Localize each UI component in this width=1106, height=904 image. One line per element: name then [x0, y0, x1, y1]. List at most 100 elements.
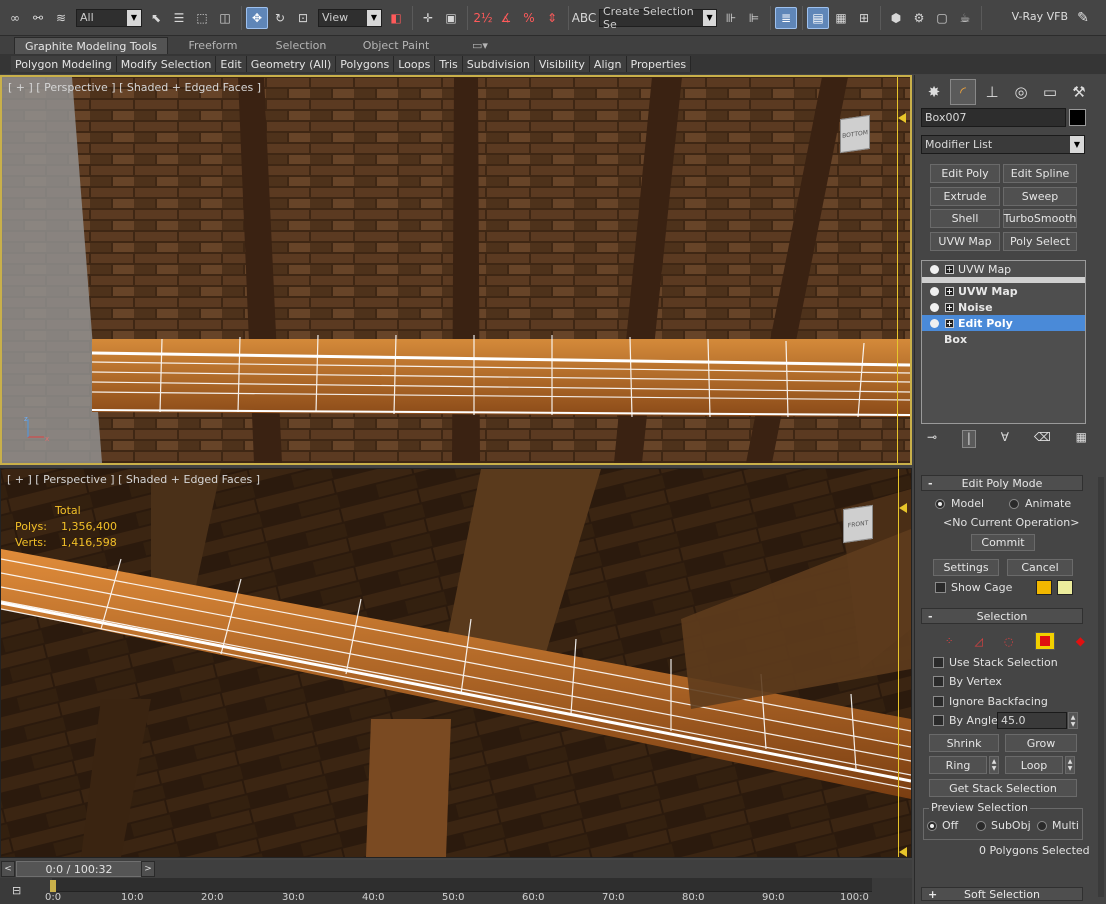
edit-poly-mode-rollout[interactable]: - Edit Poly Mode — [921, 475, 1083, 491]
modify-tab-icon[interactable]: ◜ — [950, 79, 976, 105]
cage-selected-color-swatch[interactable] — [1057, 580, 1073, 595]
expand-icon[interactable]: + — [945, 302, 954, 312]
settings-button[interactable]: Settings — [933, 559, 999, 576]
select-rotate-icon[interactable]: ↻ — [269, 7, 291, 29]
region-select-icon[interactable]: ⬚ — [191, 7, 213, 29]
ribbon-geometry-all[interactable]: Geometry (All) — [246, 56, 337, 72]
stack-item-selected[interactable]: + Edit Poly — [922, 315, 1085, 331]
ribbon-tris[interactable]: Tris — [435, 56, 463, 72]
element-icon[interactable]: ◆ — [1076, 634, 1085, 648]
selection-filter-dropdown[interactable]: All ▼ — [76, 8, 142, 27]
cancel-button[interactable]: Cancel — [1007, 559, 1073, 576]
render-setup-icon[interactable]: ⚙ — [908, 7, 930, 29]
align-icon[interactable]: ⊫ — [743, 7, 765, 29]
viewport-label[interactable]: [ + ] [ Perspective ] [ Shaded + Edged F… — [7, 473, 260, 486]
time-marker[interactable] — [50, 880, 56, 892]
layer-manager-icon[interactable]: ≣ — [775, 6, 797, 29]
object-color-swatch[interactable] — [1069, 109, 1086, 126]
lightbulb-icon[interactable] — [930, 302, 939, 312]
modifier-poly-select-button[interactable]: Poly Select — [1003, 232, 1077, 251]
viewcube[interactable]: BOTTOM — [840, 114, 870, 154]
configure-modifier-sets-icon[interactable]: ▦ — [1076, 430, 1087, 448]
track-ruler[interactable] — [52, 878, 872, 892]
tab-selection[interactable]: Selection — [258, 37, 344, 54]
angle-snap-icon[interactable]: ∡ — [495, 7, 517, 29]
command-panel-scrollbar[interactable] — [1098, 477, 1104, 897]
use-stack-selection-checkbox[interactable] — [933, 657, 944, 668]
modifier-edit-poly-button[interactable]: Edit Poly — [930, 164, 1000, 183]
track-bar[interactable]: ⊟ 0:0 10:0 20:0 30:0 40:0 50:0 60:0 70:0… — [0, 878, 912, 904]
loop-spinner[interactable]: ▲ ▼ — [1065, 756, 1075, 774]
reference-coordinate-dropdown[interactable]: View ▼ — [318, 8, 382, 27]
stack-item[interactable]: + UVW Map — [922, 261, 1085, 277]
polygon-icon[interactable] — [1034, 632, 1055, 650]
viewcube[interactable]: FRONT — [843, 504, 873, 544]
bind-space-warp-icon[interactable]: ≋ — [50, 7, 72, 29]
display-tab-icon[interactable]: ▭ — [1037, 79, 1063, 105]
edit-named-selection-icon[interactable]: ABC — [572, 7, 597, 29]
edge-icon[interactable]: ◿ — [974, 635, 982, 648]
modifier-extrude-button[interactable]: Extrude — [930, 187, 1000, 206]
percent-snap-icon[interactable]: % — [518, 7, 540, 29]
modifier-sweep-button[interactable]: Sweep — [1003, 187, 1077, 206]
shrink-button[interactable]: Shrink — [929, 734, 999, 752]
modifier-turbosmooth-button[interactable]: TurboSmooth — [1003, 209, 1077, 228]
keyboard-shortcut-icon[interactable]: ▣ — [440, 7, 462, 29]
cage-color-swatch[interactable] — [1036, 580, 1052, 595]
animate-radio[interactable] — [1009, 499, 1019, 509]
ring-button[interactable]: Ring — [929, 756, 987, 774]
ignore-backfacing-checkbox[interactable] — [933, 696, 944, 707]
by-vertex-checkbox[interactable] — [933, 676, 944, 687]
viewport-bottom-perspective[interactable]: [ + ] [ Perspective ] [ Shaded + Edged F… — [0, 468, 912, 858]
ribbon-properties[interactable]: Properties — [626, 56, 692, 72]
show-end-result-icon[interactable]: | — [961, 430, 976, 448]
modifier-list-dropdown[interactable]: Modifier List ▼ — [921, 135, 1085, 154]
motion-tab-icon[interactable]: ◎ — [1008, 79, 1034, 105]
soft-selection-rollout[interactable]: + Soft Selection — [921, 887, 1083, 901]
object-name-field[interactable]: Box007 — [921, 108, 1066, 127]
preview-multi-radio[interactable] — [1037, 821, 1047, 831]
show-cage-checkbox[interactable] — [935, 582, 946, 593]
spinner-up-icon[interactable]: ▲ — [992, 758, 997, 765]
spinner-up-icon[interactable]: ▲ — [1071, 714, 1076, 721]
spinner-down-icon[interactable]: ▼ — [1071, 721, 1076, 728]
vertex-icon[interactable]: ⁘ — [945, 636, 953, 647]
tab-object-paint[interactable]: Object Paint — [346, 37, 446, 54]
get-stack-selection-button[interactable]: Get Stack Selection — [929, 779, 1077, 797]
ribbon-polygon-modeling[interactable]: Polygon Modeling — [11, 56, 117, 72]
preview-off-radio[interactable] — [927, 821, 937, 831]
spinner-down-icon[interactable]: ▼ — [1068, 765, 1073, 772]
expand-icon[interactable]: + — [945, 264, 954, 274]
previous-frame-icon[interactable]: < — [1, 861, 15, 877]
modifier-edit-spline-button[interactable]: Edit Spline — [1003, 164, 1077, 183]
time-slider-thumb[interactable]: 0:0 / 100:32 — [16, 861, 142, 877]
curve-editor-icon[interactable]: ▦ — [830, 7, 852, 29]
commit-button[interactable]: Commit — [971, 534, 1035, 551]
grow-button[interactable]: Grow — [1005, 734, 1077, 752]
pivot-center-icon[interactable]: ◧ — [385, 7, 407, 29]
ribbon-polygons[interactable]: Polygons — [336, 56, 395, 72]
mini-curve-editor-icon[interactable]: ⊟ — [12, 884, 26, 898]
unlink-icon[interactable]: ⚯ — [27, 7, 49, 29]
material-editor-icon[interactable]: ⬢ — [885, 7, 907, 29]
loop-button[interactable]: Loop — [1005, 756, 1063, 774]
ribbon-loops[interactable]: Loops — [394, 56, 436, 72]
border-icon[interactable]: ◌ — [1004, 635, 1014, 648]
spinner-snap-icon[interactable]: ⇕ — [541, 7, 563, 29]
expand-icon[interactable]: + — [945, 318, 954, 328]
by-angle-checkbox[interactable] — [933, 715, 944, 726]
hierarchy-tab-icon[interactable]: ⊥ — [979, 79, 1005, 105]
modifier-shell-button[interactable]: Shell — [930, 209, 1000, 228]
tab-freeform[interactable]: Freeform — [170, 37, 256, 54]
spinner-up-icon[interactable]: ▲ — [1068, 758, 1073, 765]
viewport-top-perspective[interactable]: [ + ] [ Perspective ] [ Shaded + Edged F… — [0, 75, 912, 465]
tab-graphite-modeling-tools[interactable]: Graphite Modeling Tools — [14, 37, 168, 54]
ribbon-edit[interactable]: Edit — [216, 56, 247, 72]
angle-field[interactable]: 45.0 — [997, 712, 1067, 729]
snap-toggle-icon[interactable]: 2½ — [472, 7, 494, 29]
select-move-icon[interactable]: ✥ — [246, 6, 268, 29]
ribbon-options-icon[interactable]: ▭▾ — [466, 37, 494, 54]
make-unique-icon[interactable]: ∀ — [1001, 430, 1009, 448]
vray-vfb-label[interactable]: V-Ray VFB — [1012, 10, 1068, 23]
render-production-icon[interactable]: ☕ — [954, 7, 976, 29]
